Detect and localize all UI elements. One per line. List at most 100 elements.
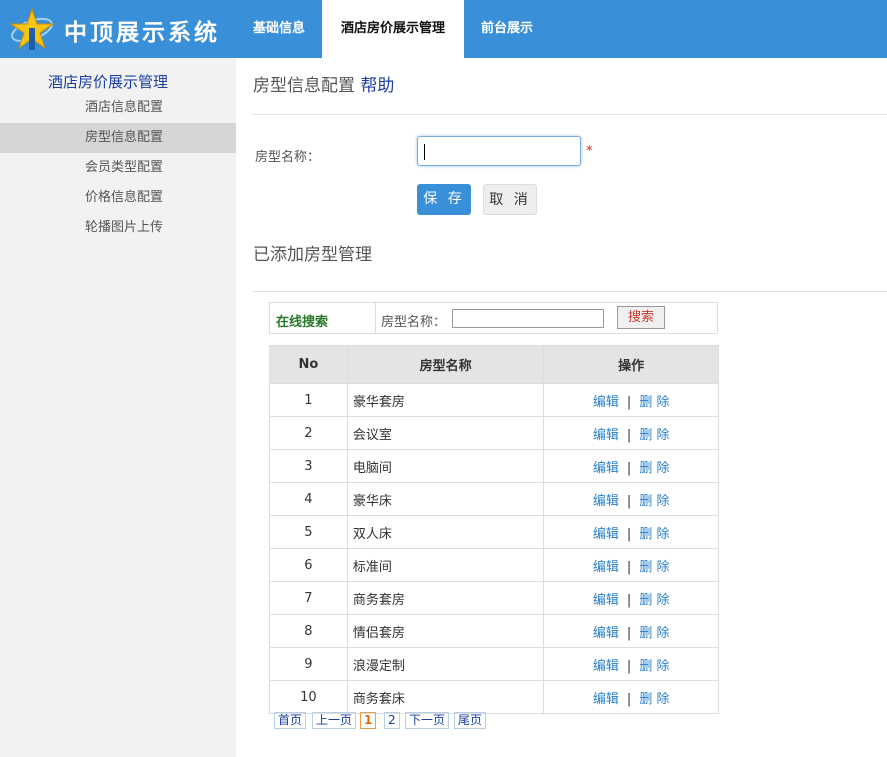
room-type-table: No 房型名称 操作 1 豪华套房 编辑 | 删 除 2 会议室 编辑 | 删 除 3 电脑间 编辑 | 删… [269, 345, 719, 714]
delete-link[interactable]: 删 除 [639, 626, 669, 641]
table-row: 4 豪华床 编辑 | 删 除 [269, 482, 719, 516]
page-1-link[interactable]: 1 [360, 712, 377, 729]
page-title-text: 房型信息配置 [253, 76, 355, 96]
table-row: 9 浪漫定制 编辑 | 删 除 [269, 647, 719, 681]
page-title: 房型信息配置 帮助 [253, 71, 394, 96]
column-header-actions: 操作 [543, 345, 719, 384]
room-name-input[interactable] [417, 136, 581, 166]
star-logo-icon [9, 7, 55, 50]
page-last-link[interactable]: 尾页 [454, 712, 487, 729]
action-separator: | [626, 493, 632, 509]
table-header-row: No 房型名称 操作 [269, 345, 719, 384]
divider [253, 291, 887, 292]
row-actions: 编辑 | 删 除 [543, 614, 719, 648]
row-number: 7 [269, 581, 348, 615]
sidebar-item-carousel-upload[interactable]: 轮播图片上传 [0, 213, 236, 243]
row-number: 1 [269, 383, 348, 417]
room-type-name: 电脑间 [346, 449, 545, 483]
table-row: 2 会议室 编辑 | 删 除 [269, 416, 719, 450]
edit-link[interactable]: 编辑 [593, 461, 619, 476]
page-next-link[interactable]: 下一页 [405, 712, 450, 729]
table-row: 7 商务套房 编辑 | 删 除 [269, 581, 719, 615]
cancel-button[interactable]: 取 消 [483, 184, 537, 215]
sidebar-item-hotel-info[interactable]: 酒店信息配置 [0, 93, 236, 123]
text-caret [424, 144, 425, 160]
app-title: 中顶展示系统 [64, 20, 220, 46]
row-number: 8 [269, 614, 348, 648]
nav-tab-hotel-price[interactable]: 酒店房价展示管理 [322, 0, 464, 58]
sidebar-item-member-type[interactable]: 会员类型配置 [0, 153, 236, 183]
row-actions: 编辑 | 删 除 [543, 383, 719, 417]
action-separator: | [626, 559, 632, 575]
action-separator: | [626, 625, 632, 641]
action-separator: | [626, 427, 632, 443]
delete-link[interactable]: 删 除 [639, 560, 669, 575]
delete-link[interactable]: 删 除 [639, 692, 669, 707]
edit-link[interactable]: 编辑 [593, 395, 619, 410]
delete-link[interactable]: 删 除 [639, 593, 669, 608]
sidebar-title: 酒店房价展示管理 [48, 73, 169, 91]
room-type-name: 商务套房 [346, 581, 545, 615]
nav-tab-basic-info[interactable]: 基础信息 [240, 0, 318, 58]
list-section-title: 已添加房型管理 [253, 245, 372, 265]
row-actions: 编辑 | 删 除 [543, 581, 719, 615]
row-actions: 编辑 | 删 除 [543, 416, 719, 450]
delete-link[interactable]: 删 除 [639, 527, 669, 542]
sidebar-item-label: 价格信息配置 [85, 190, 164, 205]
room-type-name: 标准间 [346, 548, 545, 582]
edit-link[interactable]: 编辑 [593, 494, 619, 509]
delete-link[interactable]: 删 除 [639, 494, 669, 509]
sidebar-item-label: 酒店信息配置 [85, 100, 164, 115]
main-content: 房型信息配置 帮助 房型名称： * 保 存 取 消 已添加房型管理 在线搜索 房… [236, 58, 887, 757]
room-type-name: 情侣套房 [346, 614, 545, 648]
search-button[interactable]: 搜索 [617, 306, 665, 329]
page-first-link[interactable]: 首页 [274, 712, 307, 729]
action-separator: | [626, 460, 632, 476]
save-button[interactable]: 保 存 [417, 184, 471, 215]
required-mark: * [586, 144, 593, 159]
page-prev-link[interactable]: 上一页 [312, 712, 357, 729]
delete-link[interactable]: 删 除 [639, 461, 669, 476]
action-separator: | [626, 394, 632, 410]
help-link[interactable]: 帮助 [360, 76, 394, 96]
room-type-name: 豪华床 [346, 482, 545, 516]
action-separator: | [626, 658, 632, 674]
row-actions: 编辑 | 删 除 [543, 647, 719, 681]
search-label: 房型名称： [381, 315, 447, 330]
row-number: 9 [269, 647, 348, 681]
search-title: 在线搜索 [276, 315, 329, 330]
room-type-name: 商务套床 [346, 680, 545, 714]
edit-link[interactable]: 编辑 [593, 428, 619, 443]
edit-link[interactable]: 编辑 [593, 626, 619, 641]
row-actions: 编辑 | 删 除 [543, 482, 719, 516]
room-name-label: 房型名称： [255, 150, 321, 165]
room-type-name: 双人床 [346, 515, 545, 549]
delete-link[interactable]: 删 除 [639, 659, 669, 674]
sidebar: 酒店房价展示管理 酒店信息配置 房型信息配置 会员类型配置 价格信息配置 轮播图… [0, 58, 236, 757]
sidebar-item-label: 轮播图片上传 [85, 220, 164, 235]
row-actions: 编辑 | 删 除 [543, 515, 719, 549]
edit-link[interactable]: 编辑 [593, 593, 619, 608]
delete-link[interactable]: 删 除 [639, 428, 669, 443]
delete-link[interactable]: 删 除 [639, 395, 669, 410]
row-actions: 编辑 | 删 除 [543, 680, 719, 714]
sidebar-item-label: 房型信息配置 [85, 130, 164, 145]
action-separator: | [626, 691, 632, 707]
table-row: 8 情侣套房 编辑 | 删 除 [269, 614, 719, 648]
edit-link[interactable]: 编辑 [593, 692, 619, 707]
sidebar-item-room-type[interactable]: 房型信息配置 [0, 123, 236, 153]
table-row: 10 商务套床 编辑 | 删 除 [269, 680, 719, 714]
page-2-link[interactable]: 2 [384, 712, 400, 729]
row-number: 4 [269, 482, 348, 516]
table-row: 6 标准间 编辑 | 删 除 [269, 548, 719, 582]
row-number: 2 [269, 416, 348, 450]
edit-link[interactable]: 编辑 [593, 560, 619, 575]
search-input[interactable] [452, 309, 604, 328]
row-number: 3 [269, 449, 348, 483]
sidebar-item-price-info[interactable]: 价格信息配置 [0, 183, 236, 213]
room-type-name: 浪漫定制 [346, 647, 545, 681]
nav-tab-frontend[interactable]: 前台展示 [468, 0, 546, 58]
edit-link[interactable]: 编辑 [593, 659, 619, 674]
edit-link[interactable]: 编辑 [593, 527, 619, 542]
divider [375, 303, 376, 333]
